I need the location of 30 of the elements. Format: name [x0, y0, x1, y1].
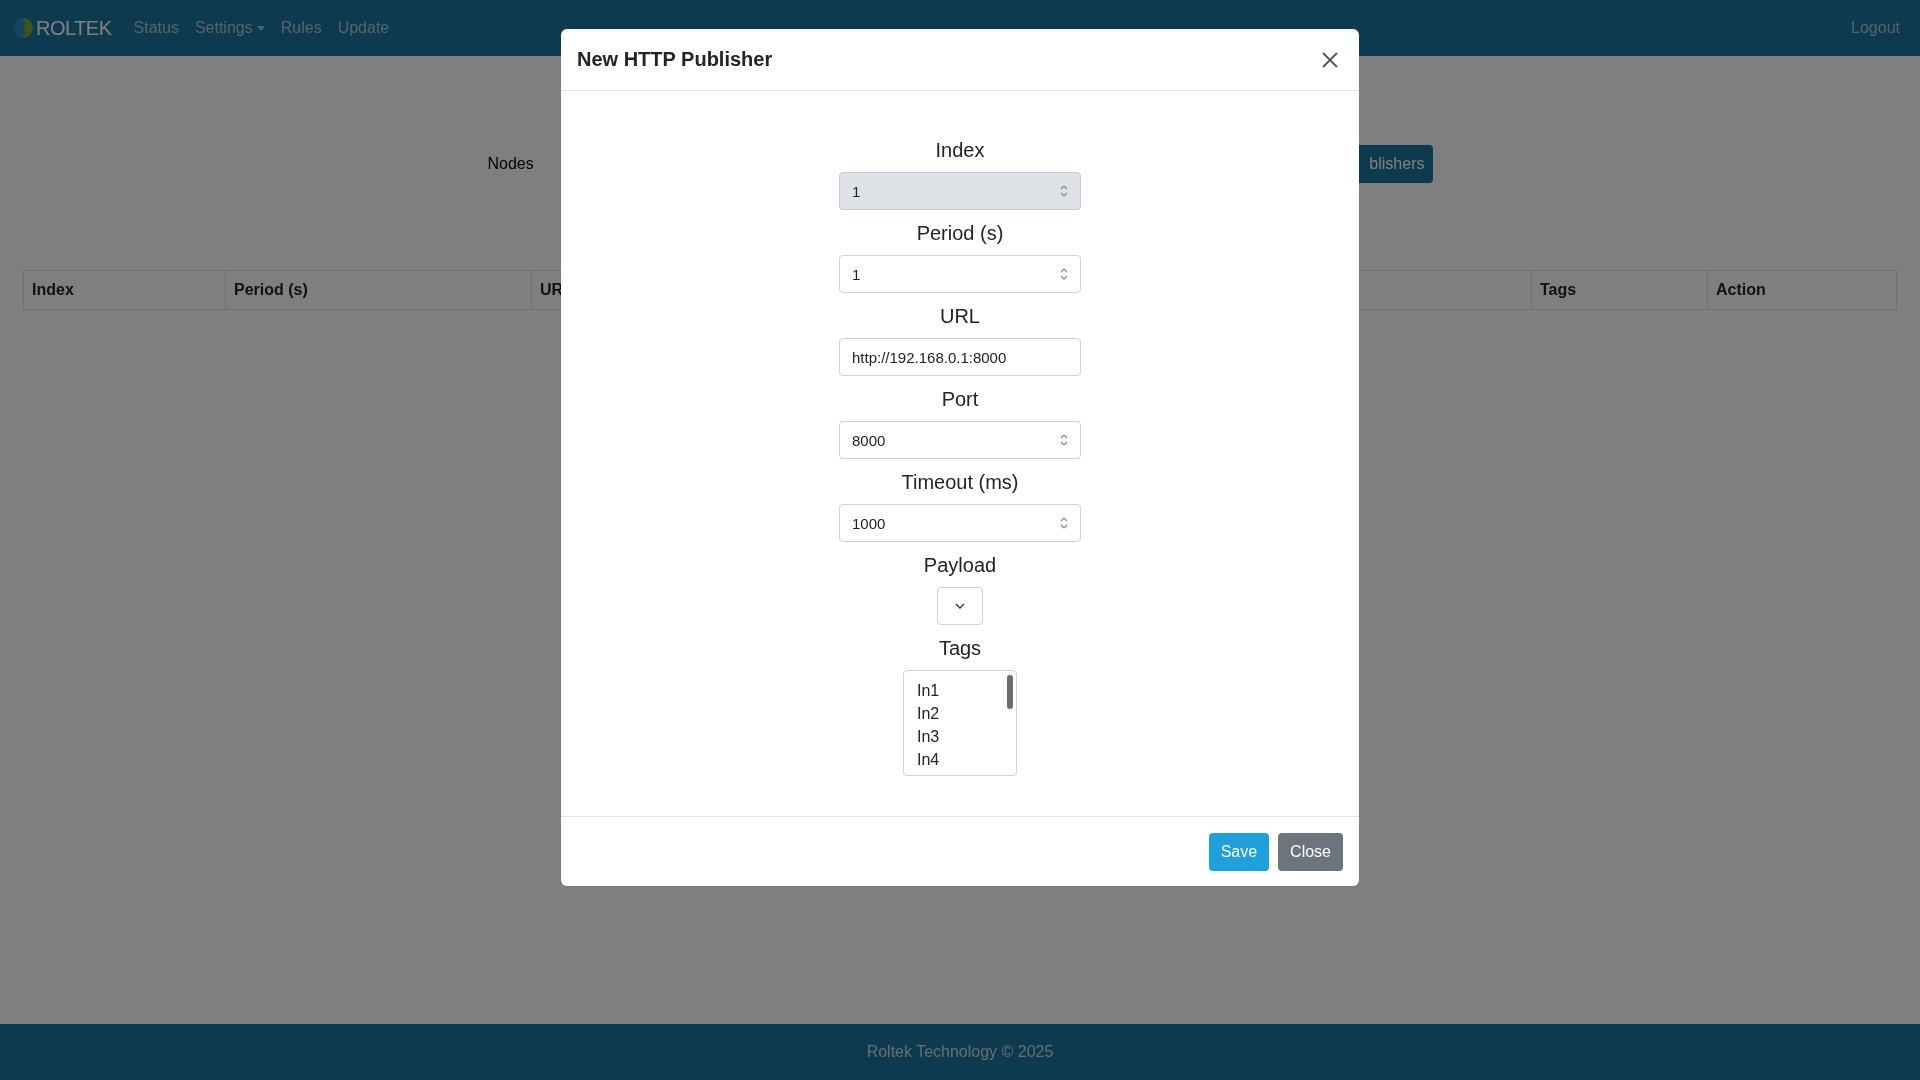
spinner-icon[interactable] — [1059, 433, 1069, 447]
globe-icon — [12, 17, 34, 39]
input-field[interactable]: 1000 — [839, 504, 1081, 542]
copyright-text: Roltek Technology © 2025 — [866, 1043, 1054, 1061]
input-field[interactable]: 8000 — [839, 421, 1081, 459]
list-option[interactable]: In1 — [917, 679, 940, 702]
nodes-label: Nodes — [487, 155, 534, 173]
field-label: Index — [935, 138, 985, 162]
field-label: Period (s) — [916, 221, 1004, 245]
column-header: Tags — [1532, 271, 1708, 309]
field-label: Payload — [923, 553, 997, 577]
field-label: Tags — [938, 636, 982, 660]
input-field[interactable]: 1 — [839, 255, 1081, 293]
close-button[interactable]: Close — [1278, 833, 1343, 871]
column-header: Index — [24, 271, 226, 309]
tags-listbox[interactable]: In1 In2 In3 In4 — [903, 670, 1017, 776]
list-option[interactable]: In2 — [917, 702, 940, 725]
modal-title: New HTTP Publisher — [577, 48, 773, 71]
spinner-icon[interactable] — [1059, 184, 1069, 198]
list-option[interactable]: In3 — [917, 725, 940, 748]
scrollbar-thumb[interactable] — [1007, 675, 1013, 709]
spinner-icon[interactable] — [1059, 267, 1069, 281]
input-field[interactable]: http://192.168.0.1:8000 — [839, 338, 1081, 376]
column-header: Period (s) — [226, 271, 532, 309]
field-label: Port — [941, 387, 979, 411]
spinner-icon[interactable] — [1059, 516, 1069, 530]
list-option[interactable]: In4 — [917, 748, 940, 771]
caret-icon — [954, 602, 966, 610]
column-header: Action — [1715, 280, 1767, 300]
field-label: Timeout (ms) — [901, 470, 1019, 494]
